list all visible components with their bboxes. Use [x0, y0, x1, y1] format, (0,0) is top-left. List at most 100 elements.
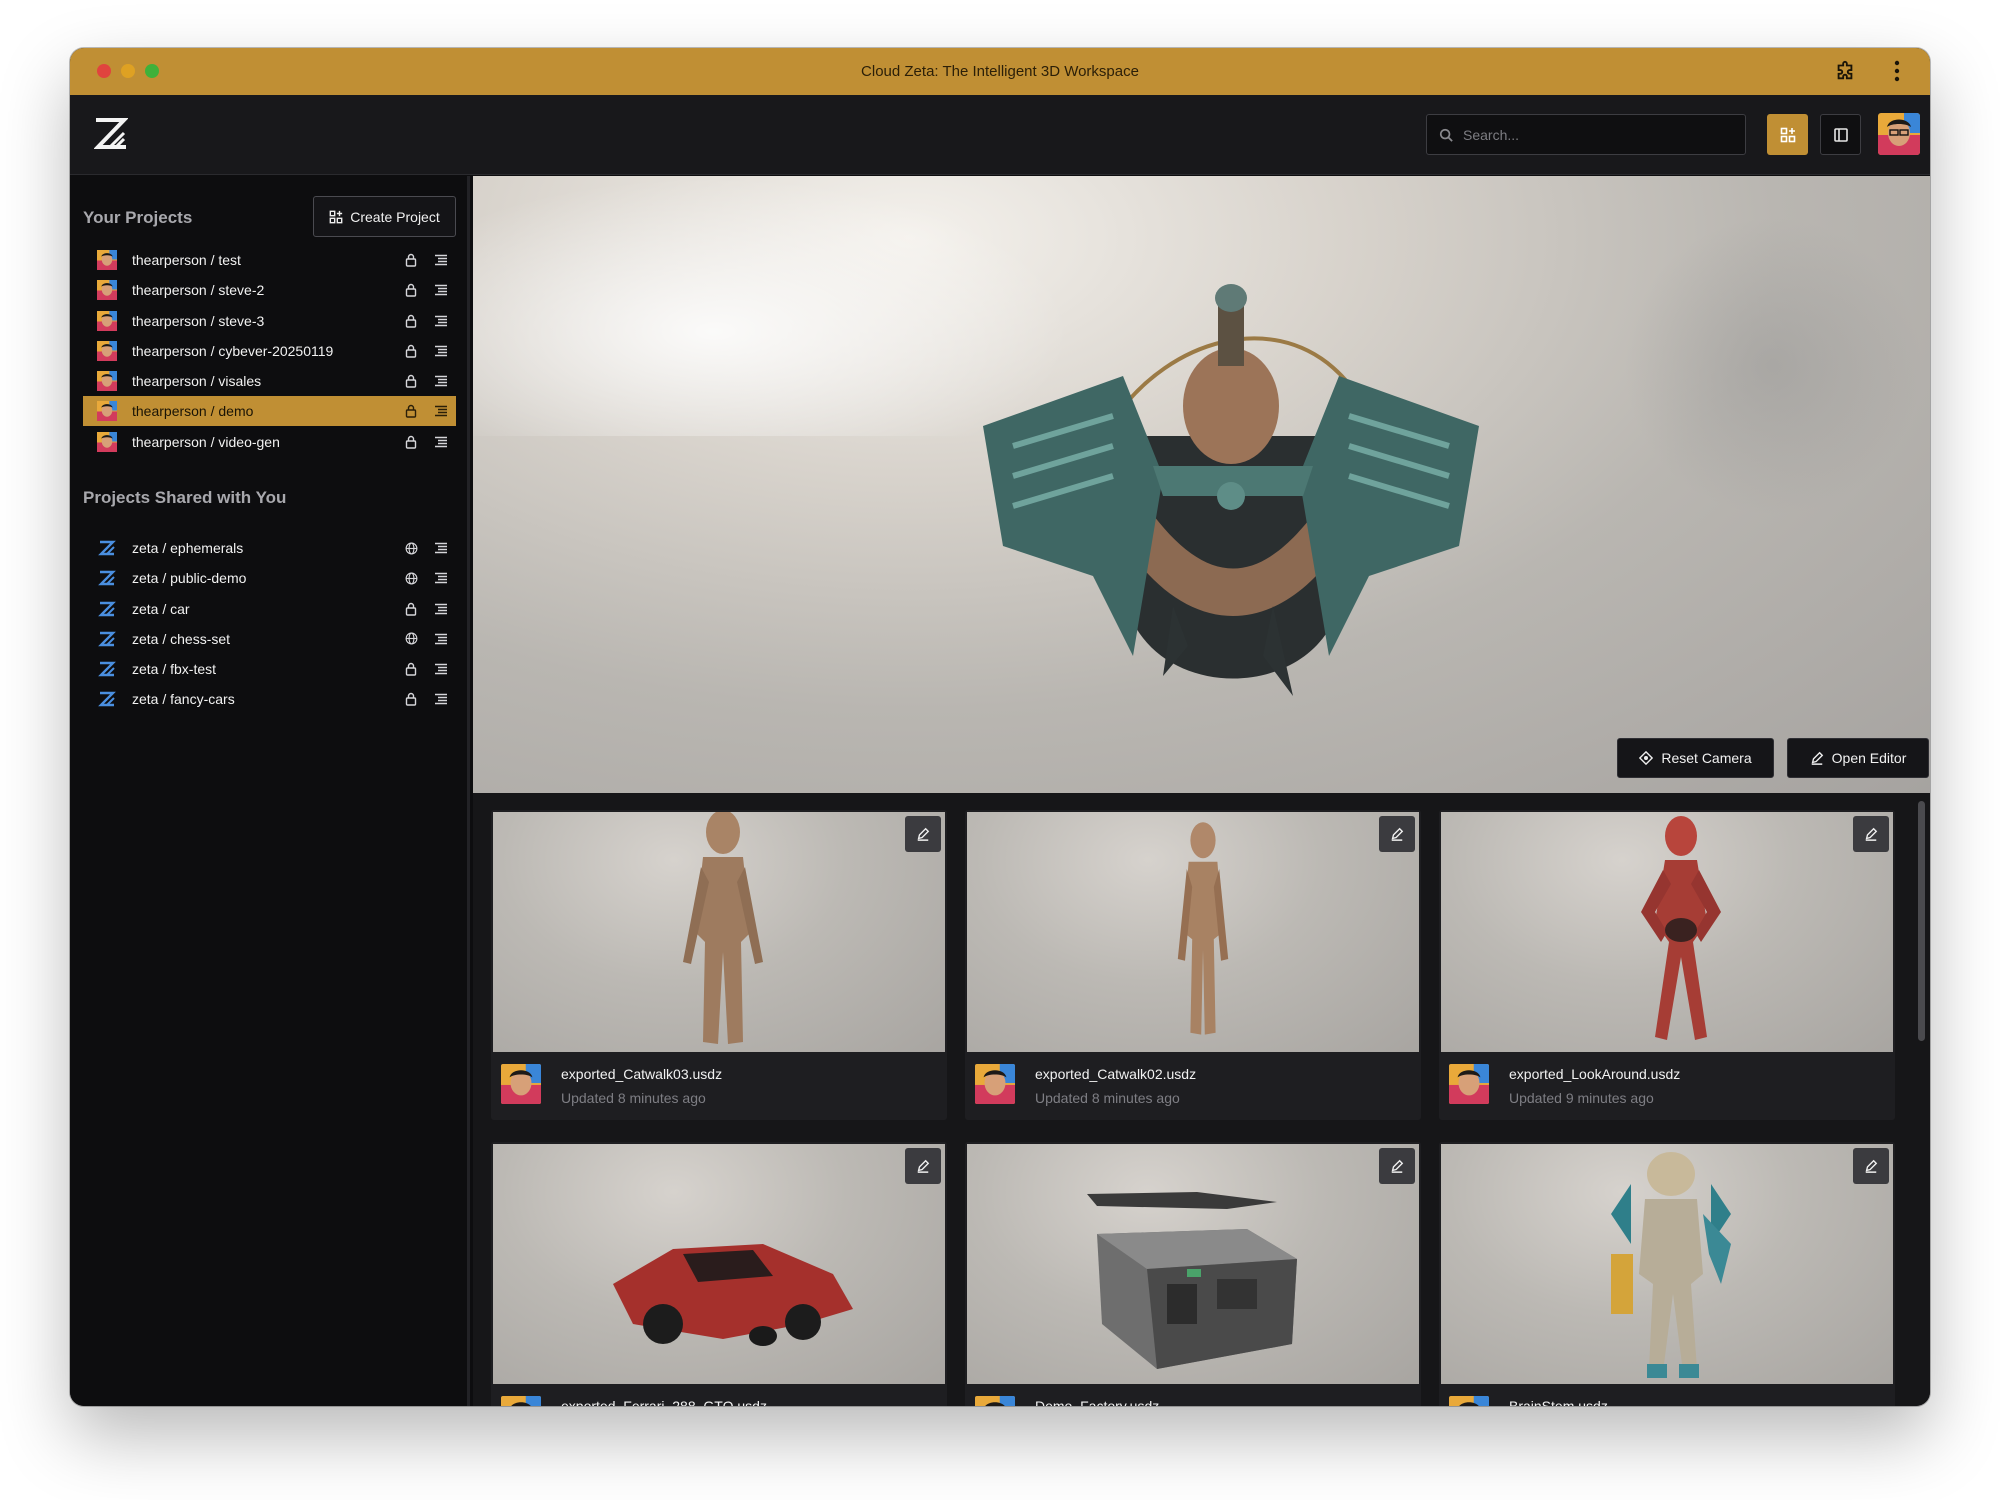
- zeta-logo-icon: [97, 538, 117, 558]
- project-item[interactable]: zeta / ephemerals: [83, 533, 456, 563]
- asset-card[interactable]: exported_Ferrari_288_GTO.usdz: [491, 1142, 947, 1406]
- lock-icon: [403, 434, 419, 450]
- asset-card[interactable]: Demo_Factory.usdz: [965, 1142, 1421, 1406]
- asset-thumbnail[interactable]: [493, 1144, 945, 1384]
- lock-icon: [403, 252, 419, 268]
- user-avatar[interactable]: [1878, 113, 1920, 155]
- project-menu-icon[interactable]: [433, 601, 449, 617]
- lock-icon: [403, 282, 419, 298]
- pencil-icon: [1391, 827, 1404, 841]
- grid-view-button[interactable]: [1767, 114, 1808, 155]
- minimize-window-button[interactable]: [121, 64, 135, 78]
- your-projects-heading: Your Projects: [83, 208, 193, 227]
- pencil-icon: [1865, 827, 1878, 841]
- asset-updated: Updated 8 minutes ago: [561, 1090, 706, 1106]
- shared-projects-heading: Projects Shared with You: [83, 488, 287, 507]
- character-model-preview[interactable]: [973, 236, 1493, 756]
- owner-avatar: [975, 1064, 1015, 1104]
- app-header: [70, 95, 1930, 175]
- project-item[interactable]: thearperson / visales: [83, 366, 456, 396]
- maximize-window-button[interactable]: [145, 64, 159, 78]
- asset-thumbnail[interactable]: [967, 812, 1419, 1052]
- search-box[interactable]: [1426, 114, 1746, 155]
- project-item[interactable]: zeta / chess-set: [83, 624, 456, 654]
- window-title: Cloud Zeta: The Intelligent 3D Workspace: [861, 63, 1139, 80]
- toggle-panel-button[interactable]: [1820, 114, 1861, 155]
- open-editor-button[interactable]: Open Editor: [1787, 738, 1929, 778]
- lock-icon: [403, 661, 419, 677]
- crosshair-icon: [1639, 751, 1654, 765]
- window-titlebar: Cloud Zeta: The Intelligent 3D Workspace: [70, 48, 1930, 95]
- owner-avatar: [97, 371, 117, 392]
- owner-avatar: [975, 1396, 1015, 1406]
- asset-card[interactable]: exported_LookAround.usdz Updated 9 minut…: [1439, 810, 1895, 1120]
- owner-avatar: [97, 401, 117, 422]
- lock-icon: [403, 373, 419, 389]
- model-viewer[interactable]: Reset Camera Open Editor ×: [473, 176, 1930, 793]
- asset-thumbnail[interactable]: [493, 812, 945, 1052]
- project-item[interactable]: thearperson / steve-2: [83, 275, 456, 305]
- project-item[interactable]: thearperson / video-gen: [83, 427, 456, 457]
- close-window-button[interactable]: [97, 64, 111, 78]
- pencil-icon: [1811, 751, 1823, 765]
- asset-grid[interactable]: exported_Catwalk03.usdz Updated 8 minute…: [473, 793, 1930, 1406]
- project-item[interactable]: thearperson / demo: [83, 396, 456, 427]
- project-item[interactable]: zeta / public-demo: [83, 563, 456, 593]
- reset-camera-button[interactable]: Reset Camera: [1617, 738, 1774, 778]
- asset-card[interactable]: exported_Catwalk03.usdz Updated 8 minute…: [491, 810, 947, 1120]
- edit-asset-button[interactable]: [1853, 816, 1889, 852]
- edit-asset-button[interactable]: [1853, 1148, 1889, 1184]
- asset-card[interactable]: exported_Catwalk02.usdz Updated 8 minute…: [965, 810, 1421, 1120]
- zeta-logo-icon[interactable]: [93, 117, 129, 151]
- project-menu-icon[interactable]: [433, 403, 449, 419]
- asset-thumbnail[interactable]: [1441, 812, 1893, 1052]
- owner-avatar: [97, 431, 117, 452]
- project-item[interactable]: thearperson / test: [83, 245, 456, 275]
- grid-scrollbar[interactable]: [1918, 801, 1925, 1041]
- project-menu-icon[interactable]: [433, 343, 449, 359]
- edit-asset-button[interactable]: [1379, 1148, 1415, 1184]
- edit-asset-button[interactable]: [905, 816, 941, 852]
- project-menu-icon[interactable]: [433, 661, 449, 677]
- asset-card[interactable]: BrainStem.usdz: [1439, 1142, 1895, 1406]
- project-item[interactable]: zeta / fbx-test: [83, 654, 456, 684]
- project-item[interactable]: zeta / car: [83, 594, 456, 624]
- your-projects-list: thearperson / test thearperson / steve-2 t…: [83, 245, 456, 457]
- lock-icon: [403, 343, 419, 359]
- lock-icon: [403, 601, 419, 617]
- open-editor-label: Open Editor: [1831, 750, 1907, 766]
- asset-updated: Updated 8 minutes ago: [1035, 1090, 1180, 1106]
- extensions-icon[interactable]: [1832, 58, 1858, 84]
- project-item[interactable]: thearperson / steve-3: [83, 306, 456, 336]
- edit-asset-button[interactable]: [905, 1148, 941, 1184]
- project-menu-icon[interactable]: [433, 373, 449, 389]
- lock-icon: [403, 403, 419, 419]
- more-vertical-icon[interactable]: [1884, 58, 1910, 84]
- pencil-icon: [1391, 1159, 1404, 1173]
- project-menu-icon[interactable]: [433, 631, 449, 647]
- project-menu-icon[interactable]: [433, 282, 449, 298]
- globe-icon: [403, 570, 419, 586]
- edit-asset-button[interactable]: [1379, 816, 1415, 852]
- project-item[interactable]: zeta / fancy-cars: [83, 684, 456, 714]
- zeta-logo-icon: [97, 568, 117, 588]
- project-menu-icon[interactable]: [433, 540, 449, 556]
- project-menu-icon[interactable]: [433, 252, 449, 268]
- project-menu-icon[interactable]: [433, 691, 449, 707]
- asset-filename: BrainStem.usdz: [1509, 1398, 1608, 1406]
- zeta-logo-icon: [97, 599, 117, 619]
- grid-add-icon: [1780, 127, 1795, 142]
- project-menu-icon[interactable]: [433, 434, 449, 450]
- create-project-button[interactable]: Create Project: [313, 196, 456, 237]
- zeta-logo-icon: [97, 689, 117, 709]
- owner-avatar: [1449, 1396, 1489, 1406]
- project-menu-icon[interactable]: [433, 313, 449, 329]
- search-input[interactable]: [1463, 126, 1723, 143]
- asset-thumbnail[interactable]: [1441, 1144, 1893, 1384]
- project-menu-icon[interactable]: [433, 570, 449, 586]
- project-item[interactable]: thearperson / cybever-20250119: [83, 336, 456, 366]
- asset-filename: exported_LookAround.usdz: [1509, 1066, 1681, 1082]
- asset-thumbnail[interactable]: [967, 1144, 1419, 1384]
- owner-avatar: [97, 340, 117, 361]
- owner-avatar: [97, 310, 117, 331]
